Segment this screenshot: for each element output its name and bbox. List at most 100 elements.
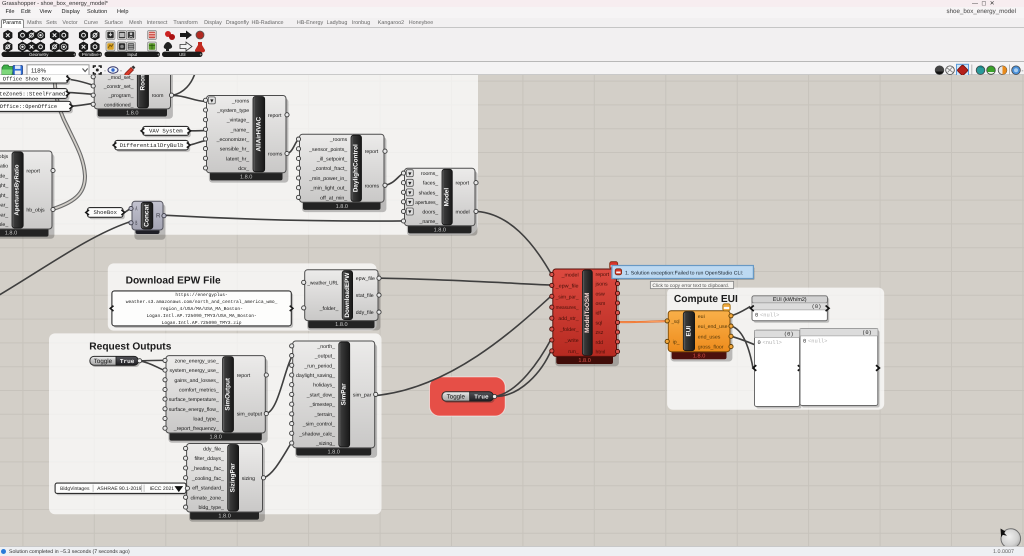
svg-text:Concat: Concat [144,204,151,227]
svg-text:eff_standard_: eff_standard_ [192,486,224,492]
svg-text:(0): (0) [812,304,822,310]
svg-text:sim_output: sim_output [237,412,263,418]
svg-text:vert_separ_: vert_separ_ [0,212,8,218]
svg-text:ddy_file: ddy_file [356,310,374,316]
svg-text:rooms: rooms [268,152,283,158]
svg-text:sql: sql [596,320,603,326]
svg-text:Request Outputs: Request Outputs [89,342,171,353]
svg-text:daylight_saving_: daylight_saving_ [296,373,335,379]
svg-text:report: report [26,169,40,175]
svg-text:stat_file: stat_file [356,293,374,299]
svg-text:Office Shoe Box: Office Shoe Box [3,77,52,83]
svg-text:EUI (kWh/m2): EUI (kWh/m2) [773,297,807,303]
svg-text:dcv_: dcv_ [238,166,249,172]
svg-text:_north_: _north_ [316,344,335,350]
svg-text:<null>: <null> [808,338,827,344]
svg-text:rooms_: rooms_ [421,171,438,177]
svg-text:▼: ▼ [407,171,412,177]
svg-text:_run_period_: _run_period_ [303,363,335,369]
svg-text:_model: _model [561,273,579,279]
svg-text:_subdivide_: _subdivide_ [0,173,8,179]
svg-text:comfort_metrics_: comfort_metrics_ [179,388,219,394]
svg-text:AllAirHVAC: AllAirHVAC [255,116,262,151]
svg-text:SimOutput: SimOutput [225,377,232,411]
svg-text:rdd: rdd [596,340,604,346]
svg-text:gains_and_losses_: gains_and_losses_ [174,378,219,384]
svg-text:report: report [456,181,470,187]
svg-text:1.8.0: 1.8.0 [693,353,705,359]
svg-text:1.8.0: 1.8.0 [240,174,252,180]
svg-text:Geometry: Geometry [29,52,49,57]
svg-text:DownloadEPW: DownloadEPW [344,272,351,318]
svg-text:0: 0 [803,338,806,344]
svg-text:_write: _write [564,338,579,344]
svg-text:DifferentialDryBulb: DifferentialDryBulb [120,142,184,149]
svg-text:_heating_fac_: _heating_fac_ [190,466,224,472]
svg-text:add_str_: add_str_ [558,316,578,322]
svg-text:0: 0 [755,312,758,318]
svg-text:off_at_min_: off_at_min_ [320,195,347,201]
svg-text:measures_: measures_ [556,305,579,311]
svg-text:_name_: _name_ [418,219,438,225]
svg-text:weather.s3.amazonaws.com/north: weather.s3.amazonaws.com/north_and_centr… [126,299,278,305]
svg-text:Util: Util [179,52,185,57]
svg-text:sensible_hr_: sensible_hr_ [220,147,250,153]
svg-text:shades_: shades_ [419,190,439,196]
svg-text:_horiz_separ_: _horiz_separ_ [0,203,8,209]
svg-text:_report_frequency_: _report_frequency_ [173,426,219,432]
svg-text:1.8.0: 1.8.0 [336,204,348,210]
svg-text:-: - [1022,69,1024,75]
svg-text:Toggle: Toggle [447,394,466,401]
svg-text:Logan.Intl.AP.725090_TMY3/USA_: Logan.Intl.AP.725090_TMY3/USA_MA_Boston- [146,313,256,319]
svg-text:DaylightControl: DaylightControl [353,144,360,192]
svg-text:_min_power_in_: _min_power_in_ [308,176,347,182]
svg-text:1. Solution exception:Failed t: 1. Solution exception:Failed to run Open… [625,270,743,276]
svg-text:end_uses: end_uses [698,334,721,340]
svg-text:LargeOffice::OpenOffice: LargeOffice::OpenOffice [0,104,57,110]
svg-text:_economizer_: _economizer_ [216,137,250,143]
svg-text:(0): (0) [784,332,794,338]
svg-text:Input: Input [127,52,138,57]
svg-text:_sill_height_: _sill_height_ [0,193,8,199]
svg-text:Primitive: Primitive [82,52,99,57]
svg-text:Toggle: Toggle [94,358,113,365]
svg-text:eui_end_use: eui_end_use [698,324,728,330]
svg-text:▼: ▼ [407,210,412,216]
svg-text:1.8.0: 1.8.0 [209,435,221,441]
svg-text:Model: Model [444,188,451,207]
svg-text:sizing: sizing [242,476,255,482]
svg-text:ClimateZone5::SteelFramed: ClimateZone5::SteelFramed [0,90,65,97]
svg-text:report: report [365,149,379,155]
svg-text:VAV System: VAV System [149,128,183,135]
svg-text:_ratio: _ratio [0,164,8,170]
svg-text:doors_: doors_ [422,209,438,215]
svg-text:_vintage_: _vintage_ [226,118,250,124]
svg-text:_sizing_: _sizing_ [315,441,335,447]
svg-text:Logan.Intl.AP.725090_TMY3.zip: Logan.Intl.AP.725090_TMY3.zip [162,320,242,326]
svg-text:ShoeBox: ShoeBox [93,209,117,216]
svg-text:climate_zone_: climate_zone_ [190,495,224,501]
svg-text:_hb_objs: _hb_objs [0,154,9,160]
svg-text:_system_type: _system_type [216,108,249,114]
svg-text:hb_objs: hb_objs [26,208,45,214]
svg-text:True: True [120,358,135,365]
svg-text:_min_light_out_: _min_light_out_ [310,186,348,192]
svg-text:_shadow_calc_: _shadow_calc_ [298,431,335,437]
svg-text:_epw_file: _epw_file [555,283,579,289]
svg-text:operable_: operable_ [0,222,8,228]
svg-text:_rooms: _rooms [329,137,348,143]
svg-text:_timestep_: _timestep_ [309,402,335,408]
svg-text:SimPar: SimPar [341,383,348,406]
svg-text:+: + [200,52,203,57]
svg-text:_mod_set_: _mod_set_ [107,75,134,81]
svg-text:-: - [104,69,106,75]
svg-text:0: 0 [758,340,761,346]
svg-text:report: report [237,373,251,379]
svg-text:_win_height_: _win_height_ [0,183,8,189]
svg-text:Click to copy error text to cl: Click to copy error text to clipboard. [652,283,729,289]
svg-text:osw: osw [596,291,605,297]
svg-text:gross_floor: gross_floor [698,345,724,351]
svg-text:ip_: ip_ [673,339,680,345]
svg-text:faces_: faces_ [423,181,438,187]
svg-text:1.8.0: 1.8.0 [126,111,138,117]
